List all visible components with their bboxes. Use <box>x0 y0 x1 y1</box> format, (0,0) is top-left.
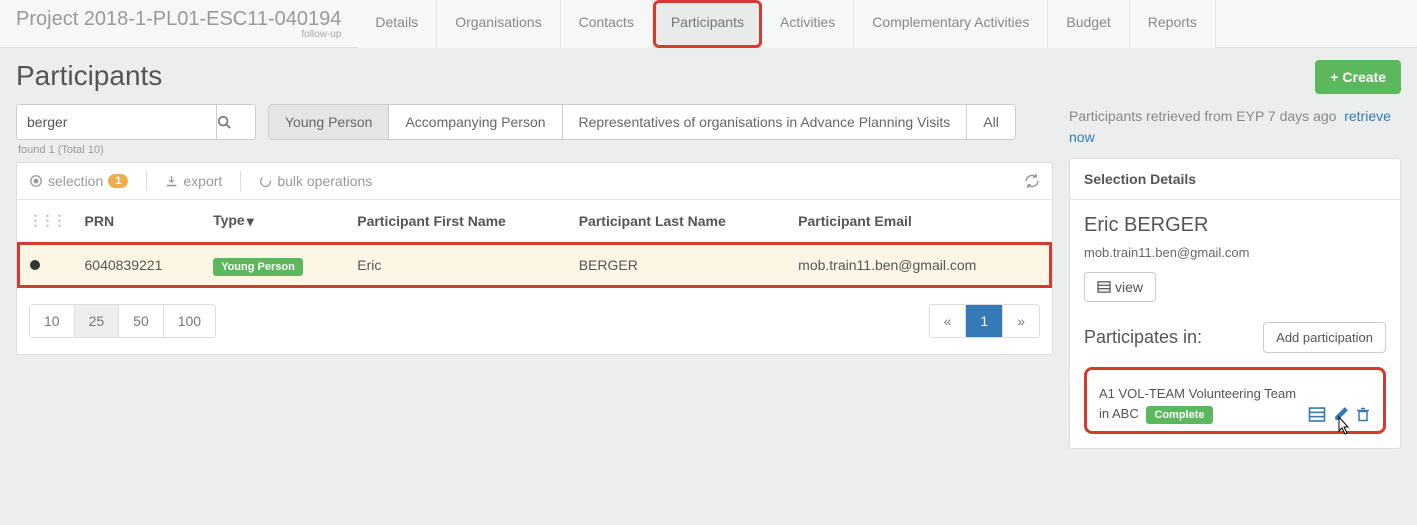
view-label: view <box>1115 279 1143 295</box>
selection-details-panel: Selection Details Eric BERGER mob.train1… <box>1069 158 1401 449</box>
spinner-icon <box>259 175 272 188</box>
tab-participants[interactable]: Participants <box>653 0 762 48</box>
participation-item: A1 VOL-TEAM Volunteering Team in ABC Com… <box>1084 367 1386 434</box>
project-subtitle: follow-up <box>301 29 341 40</box>
selected-email: mob.train11.ben@gmail.com <box>1084 245 1386 260</box>
selected-name: Eric BERGER <box>1084 214 1386 237</box>
filter-tab[interactable]: Representatives of organisations in Adva… <box>563 105 968 139</box>
search-button[interactable] <box>216 104 256 140</box>
project-title: Project 2018-1-PL01-ESC11-040194 <box>16 8 341 31</box>
create-label: Create <box>1342 69 1386 85</box>
add-participation-button[interactable]: Add participation <box>1263 322 1386 353</box>
project-title-block: Project 2018-1-PL01-ESC11-040194 follow-… <box>0 0 357 48</box>
selection-label: selection <box>48 173 103 189</box>
retrieve-info: Participants retrieved from EYP 7 days a… <box>1069 106 1401 148</box>
tab-organisations[interactable]: Organisations <box>437 0 560 48</box>
results-panel: selection 1 export bulk operations <box>16 162 1053 355</box>
filter-tab[interactable]: Young Person <box>269 105 389 139</box>
view-participation-button[interactable] <box>1308 407 1326 422</box>
export-label: export <box>183 173 222 189</box>
search-icon <box>217 115 231 129</box>
results-toolbar: selection 1 export bulk operations <box>17 163 1052 200</box>
page-size-selector: 102550100 <box>29 304 216 338</box>
tab-reports[interactable]: Reports <box>1130 0 1216 48</box>
search-box <box>16 104 256 140</box>
cell-prn: 6040839221 <box>75 243 204 286</box>
tab-contacts[interactable]: Contacts <box>561 0 653 48</box>
selection-dot-icon <box>30 260 40 270</box>
list-icon <box>1097 281 1111 293</box>
status-badge: Complete <box>1146 406 1212 424</box>
grip-icon[interactable]: ⋮⋮⋮ <box>29 212 65 228</box>
retrieve-now-link[interactable]: now <box>1069 129 1095 145</box>
sort-caret-icon: ▾ <box>247 213 254 230</box>
list-icon <box>1308 407 1326 422</box>
participates-title: Participates in: <box>1084 327 1202 348</box>
top-bar: Project 2018-1-PL01-ESC11-040194 follow-… <box>0 0 1417 48</box>
page-size-100[interactable]: 100 <box>164 305 215 337</box>
tab-details[interactable]: Details <box>357 0 437 48</box>
page-title: Participants <box>16 60 162 92</box>
cursor-icon <box>1333 415 1353 437</box>
tab-complementary-activities[interactable]: Complementary Activities <box>854 0 1048 48</box>
create-button[interactable]: + Create <box>1315 60 1401 94</box>
col-email[interactable]: Participant Email <box>788 200 1050 243</box>
selection-toggle[interactable]: selection 1 <box>29 173 128 189</box>
filter-tabs: Young PersonAccompanying PersonRepresent… <box>268 104 1016 140</box>
page-size-50[interactable]: 50 <box>119 305 164 337</box>
retrieve-link[interactable]: retrieve <box>1344 108 1391 124</box>
col-first-name[interactable]: Participant First Name <box>347 200 568 243</box>
cell-first: Eric <box>347 243 568 286</box>
page-size-10[interactable]: 10 <box>30 305 75 337</box>
page-size-25[interactable]: 25 <box>75 305 120 337</box>
refresh-icon <box>1024 173 1040 189</box>
tab-activities[interactable]: Activities <box>762 0 854 48</box>
view-button[interactable]: view <box>1084 272 1156 302</box>
page-number-selector: «1» <box>929 304 1040 338</box>
filter-tab[interactable]: Accompanying Person <box>389 105 562 139</box>
export-button[interactable]: export <box>165 173 222 189</box>
selection-details-title: Selection Details <box>1070 159 1400 200</box>
search-input[interactable] <box>16 104 216 140</box>
col-last-name[interactable]: Participant Last Name <box>569 200 788 243</box>
pager: 102550100 «1» <box>17 288 1052 354</box>
col-prn[interactable]: PRN <box>75 200 204 243</box>
filter-tab[interactable]: All <box>967 105 1015 139</box>
type-badge: Young Person <box>213 258 303 276</box>
trash-icon <box>1355 406 1371 423</box>
bulk-label: bulk operations <box>277 173 372 189</box>
delete-participation-button[interactable] <box>1355 406 1371 423</box>
participants-table: ⋮⋮⋮ PRN Type▾ Participant First Name Par… <box>17 200 1052 288</box>
nav-tabs: DetailsOrganisationsContactsParticipants… <box>357 0 1215 48</box>
page-prev[interactable]: « <box>930 305 967 337</box>
participation-text: A1 VOL-TEAM Volunteering Team in ABC Com… <box>1099 384 1308 423</box>
page-next[interactable]: » <box>1003 305 1039 337</box>
refresh-button[interactable] <box>1024 173 1040 189</box>
selection-count: 1 <box>108 174 128 188</box>
plus-icon: + <box>1330 69 1338 85</box>
cell-email: mob.train11.ben@gmail.com <box>788 243 1050 286</box>
target-icon <box>29 174 43 188</box>
page-1[interactable]: 1 <box>966 305 1003 337</box>
found-text: found 1 (Total 10) <box>18 144 1053 156</box>
download-icon <box>165 175 178 188</box>
bulk-operations-button[interactable]: bulk operations <box>259 173 372 189</box>
table-row[interactable]: 6040839221 Young Person Eric BERGER mob.… <box>19 243 1051 286</box>
col-type[interactable]: Type▾ <box>203 200 347 243</box>
cell-last: BERGER <box>569 243 788 286</box>
tab-budget[interactable]: Budget <box>1048 0 1129 48</box>
